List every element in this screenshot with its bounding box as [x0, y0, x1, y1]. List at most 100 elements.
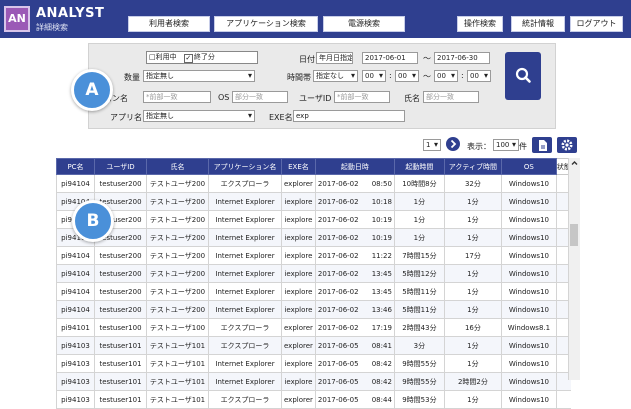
cell-active-time: 1分 — [443, 192, 502, 211]
count-select[interactable]: 指定無し — [143, 70, 255, 82]
cell-exe-name: explorer — [281, 318, 316, 337]
header-exe-name[interactable]: EXE名 — [281, 158, 316, 175]
cell-pc-name: pi94101 — [56, 318, 95, 337]
date-mode-field[interactable]: 年月日指定 — [316, 52, 353, 64]
next-page-button[interactable] — [446, 137, 460, 151]
cell-app-name: エクスプローラ — [208, 336, 282, 355]
header-user-id[interactable]: ユーザID — [94, 158, 147, 175]
time-mode-select[interactable]: 指定なし — [313, 70, 358, 82]
cell-os: Windows10 — [500, 174, 557, 193]
full-name-label: 氏名 — [404, 94, 420, 103]
status-filter: □利用中 ✓ 終了分 — [146, 51, 258, 64]
cell-os: Windows10 — [500, 390, 557, 409]
user-id-input[interactable]: *前部一致 — [334, 91, 390, 103]
cell-user-id: testuser200 — [94, 264, 147, 283]
table-header-row: PC名 ユーザID 氏名 アプリケーション名 EXE名 起動日時 起動時間 アク… — [56, 158, 572, 175]
status-in-use-checkbox[interactable]: □利用中 — [149, 53, 177, 61]
cell-start-time: 13:45 — [371, 269, 392, 278]
nav-statistics-button[interactable]: 統計情報 — [511, 16, 565, 32]
nav-user-search-button[interactable]: 利用者検索 — [128, 16, 210, 32]
scrollbar-thumb[interactable] — [570, 224, 578, 246]
header-active-time[interactable]: アクティブ時間 — [443, 158, 502, 175]
cell-exe-name: explorer — [281, 336, 316, 355]
table-row[interactable]: pi94103 testuser101 テストユーザ101 エクスプローラ explor… — [56, 336, 572, 355]
header-run-time[interactable]: 起動時間 — [393, 158, 445, 175]
app-name-select[interactable]: 指定無し — [143, 110, 255, 122]
cell-app-name: エクスプローラ — [208, 390, 282, 409]
header-app-name[interactable]: アプリケーション名 — [208, 158, 282, 175]
cell-app-name: Internet Explorer — [208, 228, 282, 247]
search-button[interactable] — [505, 52, 541, 100]
cell-start-time: 17:19 — [371, 323, 392, 332]
cell-start-date: 2017-06-02 — [317, 269, 359, 278]
table-row[interactable]: pi94104testuser200テストユーザ200Internet Expl… — [56, 246, 572, 265]
cell-start-datetime: 2017-06-02 08:50 — [314, 174, 395, 193]
page-select[interactable]: 1 — [423, 139, 441, 151]
table-row[interactable]: pi94104testuser200テストユーザ200Internet Expl… — [56, 192, 572, 211]
cell-start-date: 2017-06-02 — [317, 251, 359, 260]
minute-to-select[interactable]: 00 — [467, 70, 491, 82]
cell-start-time: 08:41 — [371, 341, 392, 350]
cell-start-date: 2017-06-02 — [317, 215, 359, 224]
table-row[interactable]: pi94104testuser200テストユーザ200Internet Expl… — [56, 282, 572, 301]
cell-start-date: 2017-06-02 — [317, 305, 359, 314]
table-body: pi94104 testuser200 テストユーザ200 エクスプローラ explor… — [56, 174, 572, 409]
display-count-label: 表示： — [467, 142, 491, 151]
cell-user-id: testuser200 — [94, 246, 147, 265]
callout-b-badge: B — [72, 200, 114, 242]
table-row[interactable]: pi94101 testuser100 テストユーザ100 エクスプローラ explor… — [56, 318, 572, 337]
exe-name-input[interactable]: exp — [293, 110, 405, 122]
per-page-select[interactable]: 100 — [493, 139, 519, 151]
date-from-field[interactable]: 2017-06-01 — [362, 52, 418, 64]
table-row[interactable]: pi94104testuser200テストユーザ200Internet Expl… — [56, 210, 572, 229]
app-name-label: アプリ名 — [110, 113, 142, 122]
header-full-name[interactable]: 氏名 — [146, 158, 209, 175]
cell-exe-name: iexplore — [281, 210, 316, 229]
nav-operation-search-button[interactable]: 操作検索 — [457, 16, 503, 32]
count-label: 数量 — [124, 73, 140, 82]
cell-start-date: 2017-06-05 — [317, 341, 359, 350]
cell-start-time: 13:46 — [371, 305, 392, 314]
nav-logout-button[interactable]: ログアウト — [570, 16, 623, 32]
cell-active-time: 1分 — [443, 264, 502, 283]
table-row[interactable]: pi94104testuser200テストユーザ200Internet Expl… — [56, 228, 572, 247]
cell-app-name: Internet Explorer — [208, 246, 282, 265]
nav-power-search-button[interactable]: 電源検索 — [323, 16, 405, 32]
status-finished-checkbox[interactable]: ✓ — [183, 54, 193, 63]
minute-from-select[interactable]: 00 — [395, 70, 419, 82]
cell-run-time: 1分 — [393, 192, 445, 211]
cell-full-name: テストユーザ101 — [146, 354, 209, 373]
cell-full-name: テストユーザ200 — [146, 174, 209, 193]
cell-start-datetime: 2017-06-02 11:22 — [314, 246, 395, 265]
date-to-field[interactable]: 2017-06-30 — [434, 52, 490, 64]
table-row[interactable]: pi94103 testuser101 テストユーザ101 エクスプローラ explor… — [56, 390, 572, 409]
scroll-up-icon — [571, 161, 578, 165]
cell-run-time: 2時間43分 — [393, 318, 445, 337]
cell-app-name: Internet Explorer — [208, 354, 282, 373]
cell-full-name: テストユーザ200 — [146, 300, 209, 319]
cell-active-time: 1分 — [443, 390, 502, 409]
nav-app-search-button[interactable]: アプリケーション検索 — [214, 16, 318, 32]
app-logo: AN — [4, 6, 30, 32]
cell-app-name: Internet Explorer — [208, 282, 282, 301]
full-name-input[interactable]: 部分一致 — [423, 91, 479, 103]
table-scrollbar[interactable] — [568, 158, 580, 380]
settings-button[interactable] — [557, 137, 577, 153]
header-pc-name[interactable]: PC名 — [56, 158, 95, 175]
header-os[interactable]: OS — [500, 158, 557, 175]
cell-start-date: 2017-06-02 — [317, 197, 359, 206]
table-row[interactable]: pi94104testuser200テストユーザ200Internet Expl… — [56, 300, 572, 319]
header-start-datetime[interactable]: 起動日時 — [314, 158, 395, 175]
cell-exe-name: iexplore — [281, 246, 316, 265]
export-button[interactable] — [532, 137, 552, 153]
hour-to-select[interactable]: 00 — [434, 70, 458, 82]
cell-user-id: testuser200 — [94, 174, 147, 193]
table-row[interactable]: pi94103 testuser101 テストユーザ101 Internet Expl… — [56, 354, 572, 373]
hour-from-select[interactable]: 00 — [362, 70, 386, 82]
date-label: 日付 — [299, 55, 315, 64]
cell-exe-name: iexplore — [281, 282, 316, 301]
table-row[interactable]: pi94104testuser200テストユーザ200Internet Expl… — [56, 264, 572, 283]
os-input[interactable]: 部分一致 — [232, 91, 288, 103]
pc-name-input[interactable]: *前部一致 — [143, 91, 211, 103]
table-row[interactable]: pi94104 testuser200 テストユーザ200 エクスプローラ explor… — [56, 174, 572, 193]
